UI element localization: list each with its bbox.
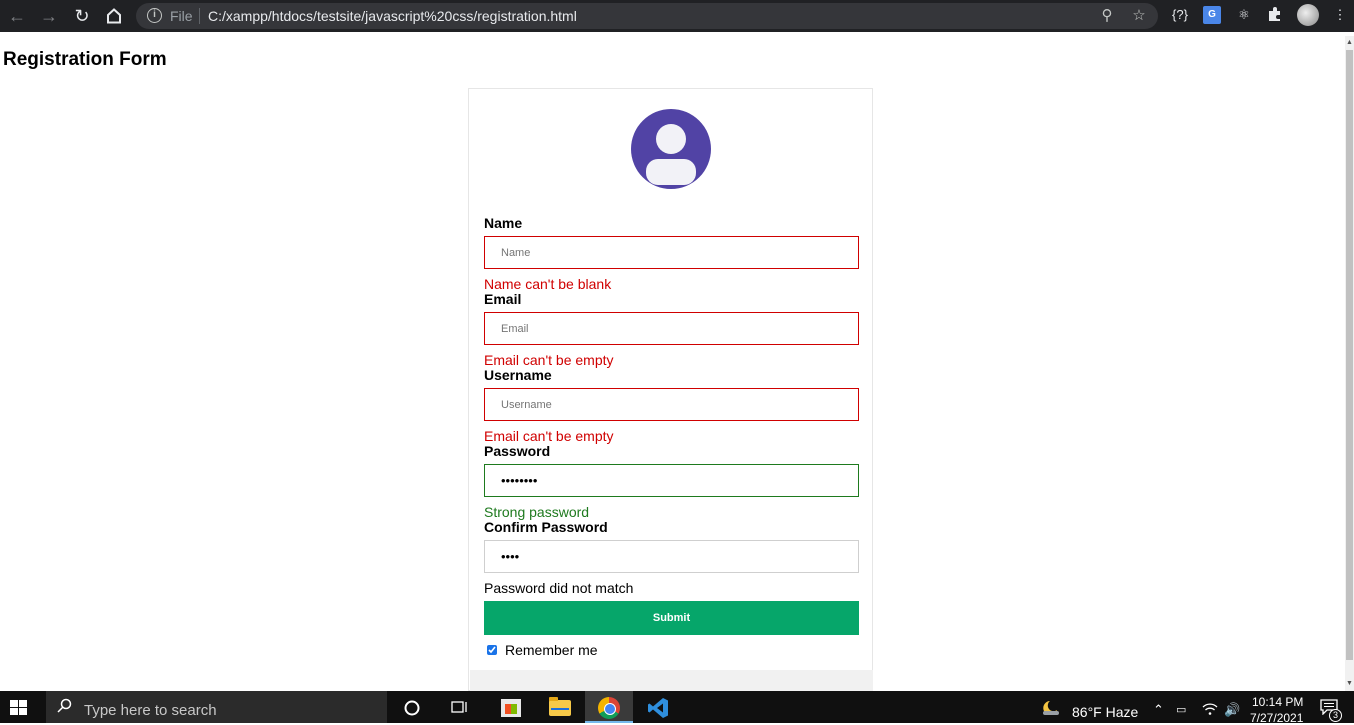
clock-time[interactable]: 10:14 PM	[1252, 695, 1303, 709]
cortana-icon[interactable]	[398, 695, 426, 721]
page-title: Registration Form	[3, 49, 167, 70]
page-scrollbar[interactable]: ▲ ▼	[1345, 36, 1354, 691]
confirm-password-input[interactable]	[484, 540, 859, 573]
file-scheme-label: File	[170, 8, 193, 24]
email-error-message: Email can't be empty	[484, 352, 614, 368]
battery-icon[interactable]: ▭	[1176, 703, 1186, 716]
weather-icon[interactable]	[1040, 699, 1062, 720]
user-avatar-icon	[631, 109, 711, 189]
email-label: Email	[484, 291, 522, 307]
taskbar-search-box[interactable]: Type here to search	[46, 691, 387, 723]
home-button[interactable]	[103, 5, 125, 27]
volume-icon[interactable]: 🔊	[1224, 702, 1240, 718]
toolbar-divider	[0, 32, 1354, 36]
arrow-left-icon: ←	[8, 5, 26, 26]
remember-me-row: Remember me	[487, 642, 598, 658]
browser-toolbar: ← → ↻ i File C:/xampp/htdocs/testsite/ja…	[0, 0, 1354, 32]
react-devtools-icon[interactable]: ⚛	[1235, 6, 1253, 24]
reload-icon: ↻	[74, 5, 90, 26]
reload-button[interactable]: ↻	[71, 5, 93, 27]
arrow-right-icon: →	[40, 5, 58, 26]
zoom-icon[interactable]: ⚲	[1098, 7, 1116, 25]
username-label: Username	[484, 367, 552, 383]
username-input[interactable]	[484, 388, 859, 421]
card-footer	[470, 670, 873, 692]
extensions-puzzle-icon[interactable]	[1266, 6, 1284, 24]
password-input[interactable]	[484, 464, 859, 497]
translate-extension-icon[interactable]: G	[1203, 6, 1221, 24]
remember-me-checkbox[interactable]	[487, 645, 497, 655]
search-placeholder: Type here to search	[84, 702, 217, 719]
home-icon	[107, 8, 121, 24]
menu-kebab-icon[interactable]: ⋮	[1331, 6, 1349, 24]
name-label: Name	[484, 215, 523, 231]
windows-taskbar: Type here to search 86°F Haze ⌃ ▭ 🔊 10:1…	[0, 691, 1354, 725]
confirm-password-message: Password did not match	[484, 580, 634, 596]
scroll-up-arrow-icon[interactable]: ▲	[1346, 39, 1353, 47]
search-icon	[56, 698, 72, 714]
forward-button[interactable]: →	[38, 5, 60, 27]
microsoft-store-icon[interactable]	[497, 695, 525, 721]
weather-text[interactable]: 86°F Haze	[1072, 704, 1138, 720]
scroll-down-arrow-icon[interactable]: ▼	[1346, 680, 1353, 688]
task-view-icon[interactable]	[446, 695, 474, 721]
submit-button[interactable]: Submit	[484, 601, 859, 635]
back-button[interactable]: ←	[6, 5, 28, 27]
password-strength-message: Strong password	[484, 504, 590, 520]
profile-avatar-icon[interactable]	[1297, 4, 1319, 26]
notification-count-badge: 3	[1329, 709, 1342, 722]
extension-json-icon[interactable]: {?}	[1171, 6, 1189, 24]
info-icon[interactable]: i	[147, 8, 162, 23]
file-explorer-icon[interactable]	[546, 695, 574, 721]
url-text[interactable]: C:/xampp/htdocs/testsite/javascript%20cs…	[208, 8, 577, 24]
omnibox-divider	[199, 8, 200, 24]
remember-me-label[interactable]: Remember me	[505, 642, 598, 658]
bookmark-star-icon[interactable]: ☆	[1130, 7, 1148, 25]
avatar-body	[646, 159, 696, 185]
wifi-icon[interactable]	[1202, 702, 1218, 719]
email-input[interactable]	[484, 312, 859, 345]
scrollbar-thumb[interactable]	[1346, 50, 1353, 660]
avatar-head	[656, 124, 686, 154]
username-error-message: Email can't be empty	[484, 428, 614, 444]
name-input[interactable]	[484, 236, 859, 269]
name-error-message: Name can't be blank	[484, 276, 612, 292]
registration-card: Name Name can't be blank Email Email can…	[468, 88, 873, 692]
password-label: Password	[484, 443, 551, 459]
confirm-password-label: Confirm Password	[484, 519, 608, 535]
address-bar[interactable]: i File C:/xampp/htdocs/testsite/javascri…	[136, 3, 1158, 29]
chrome-icon[interactable]	[595, 695, 623, 721]
windows-start-icon[interactable]	[10, 700, 28, 716]
vscode-icon[interactable]	[644, 695, 672, 721]
chevron-up-icon[interactable]: ⌃	[1153, 702, 1164, 718]
